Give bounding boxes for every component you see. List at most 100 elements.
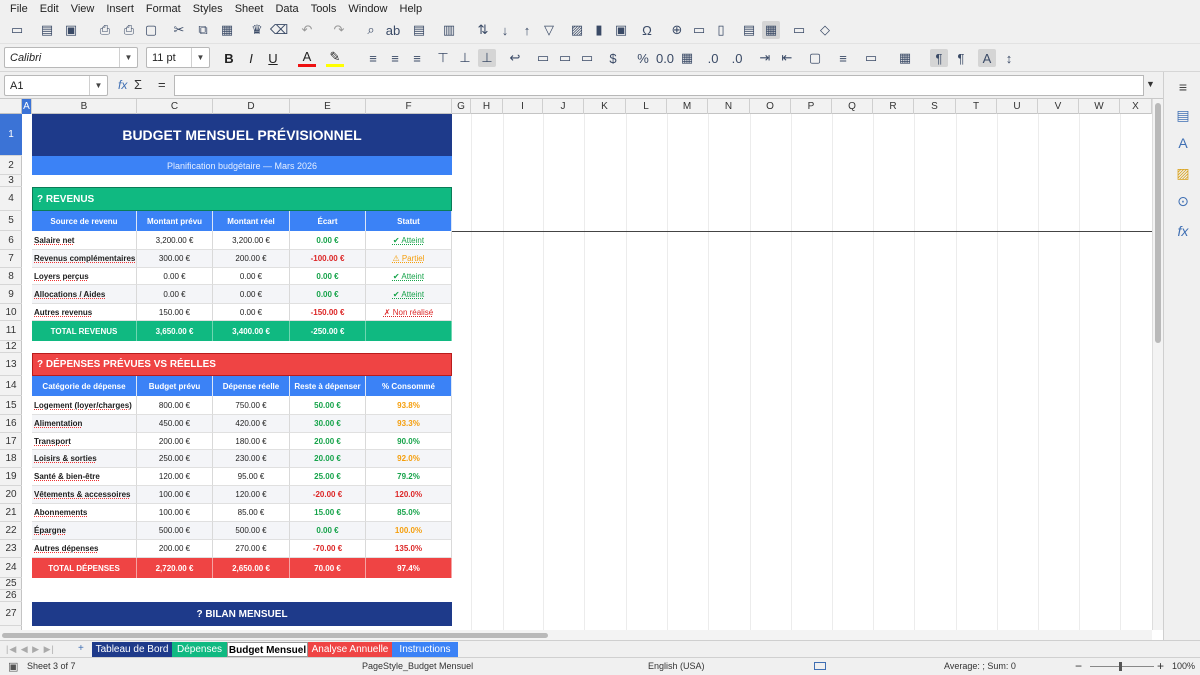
column-header-w[interactable]: W bbox=[1079, 99, 1120, 114]
column-header-c[interactable]: C bbox=[137, 99, 213, 114]
row-header-20[interactable]: 20 bbox=[0, 486, 22, 504]
row-header-14[interactable]: 14 bbox=[0, 376, 22, 396]
column-header-l[interactable]: L bbox=[626, 99, 667, 114]
depenses-prevu[interactable]: 200.00 € bbox=[137, 433, 213, 450]
horizontal-scroll-thumb[interactable] bbox=[2, 633, 548, 638]
zoom-in-icon[interactable]: + bbox=[1157, 659, 1164, 673]
column-header-i[interactable]: I bbox=[503, 99, 543, 114]
revenus-column-header[interactable]: Montant réel bbox=[213, 211, 290, 231]
revenus-ecart[interactable]: -150.00 € bbox=[290, 304, 366, 321]
properties-icon[interactable]: ▤ bbox=[1174, 106, 1192, 124]
column-header-r[interactable]: R bbox=[873, 99, 914, 114]
number-format-icon[interactable]: 0.0 bbox=[656, 49, 674, 67]
column-header-v[interactable]: V bbox=[1038, 99, 1079, 114]
add-sheet-icon[interactable]: + bbox=[78, 643, 84, 654]
revenus-total-ecart[interactable]: -250.00 € bbox=[290, 321, 366, 341]
split-window-icon[interactable]: ▭ bbox=[790, 21, 808, 39]
revenus-section-header[interactable]: ? REVENUS bbox=[32, 187, 452, 211]
menu-icon[interactable]: ≡ bbox=[1174, 78, 1192, 96]
italic-icon[interactable]: I bbox=[242, 49, 260, 67]
depenses-prevu[interactable]: 100.00 € bbox=[137, 504, 213, 522]
align-center-icon[interactable]: ≡ bbox=[386, 49, 404, 67]
row-header-8[interactable]: 8 bbox=[0, 268, 22, 285]
chevron-down-icon[interactable]: ▼ bbox=[89, 76, 107, 95]
align-top-icon[interactable]: ⊤ bbox=[434, 49, 452, 67]
revenus-prevu[interactable]: 150.00 € bbox=[137, 304, 213, 321]
column-header-f[interactable]: F bbox=[366, 99, 452, 114]
depenses-total-pct[interactable]: 97.4% bbox=[366, 558, 452, 578]
column-header-q[interactable]: Q bbox=[832, 99, 873, 114]
revenus-reel[interactable]: 0.00 € bbox=[213, 304, 290, 321]
menu-insert[interactable]: Insert bbox=[100, 3, 140, 15]
depenses-reste[interactable]: 15.00 € bbox=[290, 504, 366, 522]
sheet-tab[interactable]: Budget Mensuel bbox=[227, 642, 308, 657]
sheet-subtitle[interactable]: Planification budgétaire — Mars 2026 bbox=[32, 156, 452, 175]
copy-icon[interactable]: ⧉ bbox=[194, 21, 212, 39]
depenses-prevu[interactable]: 100.00 € bbox=[137, 486, 213, 504]
decrease-indent-icon[interactable]: ⇤ bbox=[778, 49, 796, 67]
menu-tools[interactable]: Tools bbox=[305, 3, 343, 15]
column-header-h[interactable]: H bbox=[471, 99, 503, 114]
highlight-color-icon[interactable]: ✎ bbox=[326, 49, 344, 67]
depenses-column-header[interactable]: Dépense réelle bbox=[213, 376, 290, 396]
row-header-15[interactable]: 15 bbox=[0, 396, 22, 415]
column-header-b[interactable]: B bbox=[32, 99, 137, 114]
select-all-corner[interactable] bbox=[0, 99, 22, 114]
depenses-prevu[interactable]: 800.00 € bbox=[137, 396, 213, 415]
merge-cells-icon[interactable]: ▭ bbox=[556, 49, 574, 67]
depenses-pct[interactable]: 120.0% bbox=[366, 486, 452, 504]
depenses-reel[interactable]: 500.00 € bbox=[213, 522, 290, 540]
depenses-reel[interactable]: 95.00 € bbox=[213, 468, 290, 486]
menu-file[interactable]: File bbox=[4, 3, 34, 15]
depenses-pct[interactable]: 92.0% bbox=[366, 450, 452, 468]
depenses-pct[interactable]: 135.0% bbox=[366, 540, 452, 558]
depenses-reel[interactable]: 120.00 € bbox=[213, 486, 290, 504]
undo-icon[interactable]: ↶ bbox=[298, 21, 316, 39]
depenses-reel[interactable]: 180.00 € bbox=[213, 433, 290, 450]
navigator-icon[interactable]: ⊙ bbox=[1174, 192, 1192, 210]
row-header-18[interactable]: 18 bbox=[0, 450, 22, 468]
paste-icon[interactable]: ▦ bbox=[218, 21, 236, 39]
depenses-pct[interactable]: 100.0% bbox=[366, 522, 452, 540]
depenses-pct[interactable]: 79.2% bbox=[366, 468, 452, 486]
zoom-out-icon[interactable]: − bbox=[1075, 659, 1082, 673]
revenus-row-label[interactable]: Loyers perçus bbox=[32, 268, 137, 285]
revenus-statut[interactable]: ✔ Atteint bbox=[366, 231, 452, 250]
zoom-slider[interactable] bbox=[1090, 666, 1154, 667]
revenus-total-label[interactable]: TOTAL REVENUS bbox=[32, 321, 137, 341]
revenus-reel[interactable]: 200.00 € bbox=[213, 250, 290, 268]
left-to-right-icon[interactable]: ¶ bbox=[930, 49, 948, 67]
revenus-statut[interactable]: ⚠ Partiel bbox=[366, 250, 452, 268]
cut-icon[interactable]: ✂ bbox=[170, 21, 188, 39]
menu-styles[interactable]: Styles bbox=[187, 3, 229, 15]
row-header-1[interactable]: 1 bbox=[0, 114, 22, 156]
sheet-tab[interactable]: Analyse Annuelle bbox=[308, 642, 392, 657]
depenses-pct[interactable]: 85.0% bbox=[366, 504, 452, 522]
depenses-total-reel[interactable]: 2,650.00 € bbox=[213, 558, 290, 578]
bold-icon[interactable]: B bbox=[220, 49, 238, 67]
zoom-slider-handle[interactable] bbox=[1119, 662, 1122, 671]
column-header-m[interactable]: M bbox=[667, 99, 708, 114]
sum-icon[interactable]: Σ bbox=[134, 77, 142, 92]
depenses-row-label[interactable]: Alimentation bbox=[32, 415, 137, 433]
depenses-reste[interactable]: 20.00 € bbox=[290, 450, 366, 468]
depenses-reel[interactable]: 270.00 € bbox=[213, 540, 290, 558]
border-style-icon[interactable]: ≡ bbox=[834, 49, 852, 67]
revenus-prevu[interactable]: 0.00 € bbox=[137, 285, 213, 304]
function-wizard-icon[interactable]: fx bbox=[118, 78, 127, 92]
row-header-21[interactable]: 21 bbox=[0, 504, 22, 522]
row-header-19[interactable]: 19 bbox=[0, 468, 22, 486]
row-header-12[interactable]: 12 bbox=[0, 341, 22, 353]
column-header-e[interactable]: E bbox=[290, 99, 366, 114]
show-draw-functions-icon[interactable]: ◇ bbox=[816, 21, 834, 39]
print-icon[interactable]: ⎙ bbox=[120, 21, 138, 39]
text-direction-icon[interactable]: A bbox=[978, 49, 996, 67]
revenus-row-label[interactable]: Autres revenus bbox=[32, 304, 137, 321]
center-vertically-icon[interactable]: ⊥ bbox=[456, 49, 474, 67]
delete-decimal-icon[interactable]: .0 bbox=[728, 49, 746, 67]
revenus-ecart[interactable]: 0.00 € bbox=[290, 268, 366, 285]
sort-ascending-icon[interactable]: ↓ bbox=[496, 21, 514, 39]
underline-icon[interactable]: U bbox=[264, 49, 282, 67]
add-decimal-icon[interactable]: .0 bbox=[704, 49, 722, 67]
vertical-scroll-thumb[interactable] bbox=[1155, 103, 1161, 343]
